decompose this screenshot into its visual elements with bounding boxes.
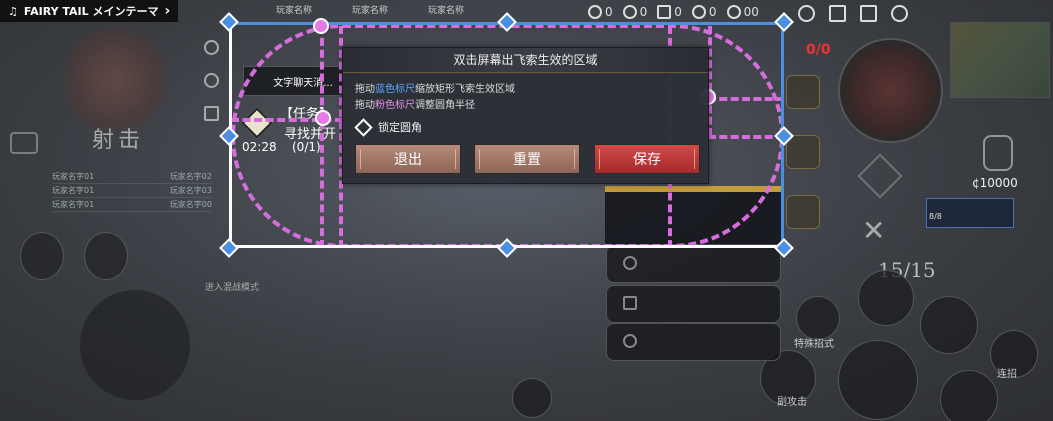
status-ring: 00 [726, 5, 759, 19]
target-emblem[interactable] [838, 38, 943, 143]
instruction-blue: 拖动蓝色标尺缩放矩形飞索生效区域 [355, 80, 515, 95]
player-name-left: 玩家名字01 [52, 200, 95, 209]
instruction-pink: 拖动粉色标尺调整圆角半径 [355, 96, 475, 111]
dance-skill-button[interactable] [20, 232, 64, 280]
dodge-button[interactable] [940, 370, 998, 421]
emote-quick-button[interactable] [606, 245, 781, 283]
instruction-text: 拖动 [355, 84, 375, 95]
status-honor: 0 [691, 5, 717, 19]
role-name: 射击 [92, 128, 145, 153]
camera-icon[interactable] [204, 106, 219, 121]
music-note-icon: ♫ [8, 4, 18, 18]
player-name-left: 玩家名字01 [52, 172, 95, 181]
left-skill-row [20, 232, 128, 280]
dialog-title: 双击屏幕出飞索生效的区域 [343, 48, 708, 73]
chat-icon[interactable] [829, 5, 846, 22]
ring-icon [726, 5, 741, 19]
sword-icon [623, 296, 637, 310]
status-value: 0 [674, 5, 682, 19]
player-name-right: 玩家名字00 [169, 200, 212, 209]
minimap[interactable] [950, 22, 1050, 98]
status-value: 0 [708, 5, 717, 19]
status-pet: 0 [622, 5, 648, 19]
status-value: 0 [639, 5, 648, 19]
reset-button[interactable]: 重置 [474, 144, 580, 174]
dps-indicator: 0/0 [806, 42, 831, 58]
instruction-text: 调整圆角半径 [415, 100, 475, 111]
blue-ruler-label: 蓝色标尺 [375, 84, 415, 95]
zone-settings-dialog: 双击屏幕出飞索生效的区域 拖动蓝色标尺缩放矩形飞索生效区域 拖动粉色标尺调整圆角… [342, 47, 709, 184]
music-bar[interactable]: ♫ FAIRY TAIL メインテーマ › [0, 0, 179, 22]
pray-quick-button[interactable] [606, 323, 781, 361]
pet-icon [622, 5, 637, 19]
pose-skill-button[interactable] [84, 232, 128, 280]
status-person: 0 [588, 5, 613, 19]
movement-joystick[interactable] [80, 290, 190, 400]
laurel-icon [691, 5, 706, 19]
lock-corner-label: 锁定圆角 [378, 121, 422, 134]
speaker-icon[interactable] [204, 73, 219, 88]
player-name-right: 玩家名字02 [169, 172, 212, 181]
footstep-button[interactable] [512, 378, 552, 418]
list-icon[interactable] [860, 5, 877, 22]
gold-amount: ¢10000 [972, 176, 1018, 190]
close-x-icon[interactable]: ✕ [862, 214, 885, 247]
checkbox-icon[interactable] [354, 117, 373, 137]
list-item: 玩家名字01 玩家名字03 [52, 184, 212, 198]
diamond-icon[interactable] [857, 153, 903, 199]
system-menu [798, 5, 908, 22]
game-scene: ♫ FAIRY TAIL メインテーマ › 玩家名称 玩家名称 玩家名称 0 0… [0, 0, 1053, 421]
counter-attack-label: 副攻击 [777, 397, 807, 408]
status-value: 00 [743, 5, 759, 19]
list-item: 玩家名字01 玩家名字02 [52, 170, 212, 184]
eye-button[interactable] [786, 135, 820, 169]
sword-quick-button[interactable] [606, 285, 781, 323]
player-name: 玩家名称 [428, 6, 465, 16]
emote-icon[interactable] [798, 5, 815, 22]
crown-icon[interactable] [10, 132, 38, 154]
pink-radius-handle-left[interactable] [315, 110, 331, 126]
attack-button[interactable] [838, 340, 918, 420]
player-name-left: 玩家名字01 [52, 186, 95, 195]
map-item-button[interactable] [786, 75, 820, 109]
left-side-icons [204, 40, 219, 121]
player-list: 玩家名字01 玩家名字02 玩家名字01 玩家名字03 玩家名字01 玩家名字00 [52, 170, 212, 212]
hands-icon [623, 334, 637, 348]
save-button[interactable]: 保存 [594, 144, 700, 174]
coin-icon: ¢ [972, 176, 980, 190]
bag-icon[interactable] [983, 135, 1013, 171]
pink-ruler-label: 粉色标尺 [375, 100, 415, 111]
lotus-icon [623, 256, 637, 270]
player-name: 玩家名称 [352, 6, 389, 16]
gear-icon[interactable] [891, 5, 908, 22]
mode-label: 进入混战模式 [205, 283, 260, 293]
lock-corner-toggle[interactable]: 锁定圆角 [354, 117, 422, 137]
top-player-names: 玩家名称 玩家名称 玩家名称 [276, 3, 464, 16]
microphone-icon[interactable] [204, 40, 219, 55]
instruction-text: 拖动 [355, 100, 375, 111]
top-status-bar: 0 0 0 0 00 [588, 5, 759, 19]
skill-button-2[interactable] [920, 296, 978, 354]
player-name-right: 玩家名字03 [169, 186, 212, 195]
right-side-menu [786, 75, 820, 229]
list-item: 玩家名字01 玩家名字00 [52, 198, 212, 212]
pink-radius-handle-top[interactable] [313, 18, 329, 34]
weapon-item-button[interactable] [786, 195, 820, 229]
music-title: FAIRY TAIL メインテーマ [23, 5, 159, 18]
player-name: 玩家名称 [276, 6, 313, 16]
combo-label: 连招 [997, 369, 1017, 380]
cross-swords-icon [657, 5, 672, 19]
skill-button-1[interactable] [858, 270, 914, 326]
status-pvp: 0 [657, 5, 682, 19]
person-icon [588, 5, 602, 19]
special-skill-label: 特殊招式 [794, 339, 834, 350]
special-skill-button[interactable] [796, 296, 840, 340]
status-value: 0 [605, 5, 613, 19]
gold-value: 10000 [979, 176, 1018, 190]
exit-button[interactable]: 退出 [355, 144, 461, 174]
instruction-text: 缩放矩形飞索生效区域 [415, 84, 515, 95]
chevron-right-icon: › [164, 3, 171, 19]
slot-count: 8/8 [929, 212, 942, 221]
